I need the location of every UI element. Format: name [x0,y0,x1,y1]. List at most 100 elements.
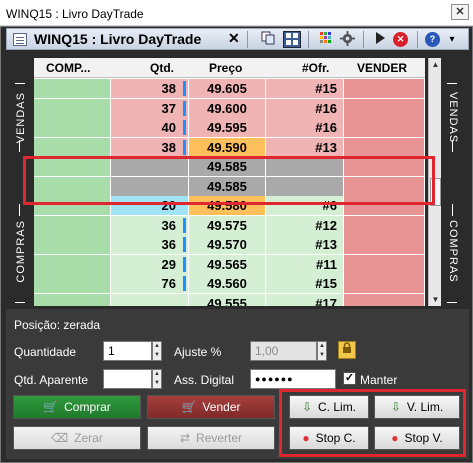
chevron-down-icon[interactable]: ▾ [443,31,461,48]
reverter-button[interactable]: ⇄ Reverter [147,426,275,450]
qtd-cell[interactable]: 36 [111,215,189,235]
vender-cell[interactable] [344,235,425,254]
cart-icon: 🛒 [43,400,59,414]
copy-icon[interactable] [259,31,277,48]
vender-cell[interactable] [344,293,425,306]
manter-checkbox[interactable]: ✓ [343,372,356,385]
zerar-button[interactable]: ⌫ Zerar [13,426,141,450]
stop-icon[interactable]: ✕ [393,32,408,47]
vender-cell[interactable] [344,215,425,235]
bracket-line [19,204,20,216]
price-cell[interactable]: 49.600 [189,98,266,118]
price-cell[interactable]: 49.575 [189,215,266,235]
quantity-marker [183,237,186,252]
book-row[interactable]: 37 49.600 #16 [34,98,425,118]
scroll-up-icon[interactable]: ▲ [429,58,442,71]
header-ofr[interactable]: #Ofr. [302,61,329,75]
comprar-cell[interactable] [34,118,111,137]
comprar-cell[interactable] [34,98,111,118]
price-cell[interactable]: 49.595 [189,118,266,137]
offers-cell[interactable]: #11 [266,254,344,274]
tab-title[interactable]: WINQ15 : Livro DayTrade [34,31,201,47]
quantidade-input[interactable]: 1 [103,341,152,361]
window-title: WINQ15 : Livro DayTrade [6,7,144,21]
toolbar-separator [417,31,418,48]
qtd-cell[interactable]: 37 [111,98,189,118]
lock-icon[interactable] [338,341,356,359]
ajuste-input[interactable]: 1,00 [250,341,317,361]
comprar-cell[interactable] [34,254,111,274]
tab-close-button[interactable]: ✕ [228,30,240,47]
price-cell[interactable]: 49.560 [189,274,266,293]
vender-cell[interactable] [344,254,425,274]
quantity-marker [183,81,186,96]
offers-cell[interactable]: #12 [266,215,344,235]
ajuste-label: Ajuste % [174,345,222,359]
gear-icon[interactable] [338,31,356,48]
eraser-icon: ⌫ [51,431,69,445]
bracket-line [452,140,453,152]
comprar-button[interactable]: 🛒 Comprar [13,395,141,419]
comprar-cell[interactable] [34,215,111,235]
qtd-cell[interactable]: 38 [111,79,189,98]
header-preco[interactable]: Preço [209,61,242,75]
book-row[interactable]: 36 49.575 #12 [34,215,425,235]
book-row[interactable]: 40 49.595 #16 [34,118,425,137]
qtd-aparente-input[interactable] [103,369,152,389]
offers-cell[interactable]: #13 [266,137,344,157]
scroll-down-icon[interactable]: ▼ [429,293,442,306]
qtd-cell[interactable]: 36 [111,235,189,254]
book-row[interactable]: 38 49.590 #13 [34,137,425,157]
qtd-cell[interactable]: 38 [111,137,189,157]
vender-cell[interactable] [344,274,425,293]
vender-cell[interactable] [344,98,425,118]
comprar-cell[interactable] [34,235,111,254]
play-icon[interactable] [371,31,389,48]
zerar-label: Zerar [74,431,103,445]
price-cell[interactable]: 49.570 [189,235,266,254]
comprar-cell[interactable] [34,79,111,98]
offers-cell[interactable]: #16 [266,98,344,118]
side-label-compras-left: COMPRAS [15,220,27,283]
qtd-cell[interactable]: 29 [111,254,189,274]
qtd-cell[interactable]: 40 [111,118,189,137]
qtd-cell[interactable]: 76 [111,274,189,293]
offers-cell[interactable]: #13 [266,235,344,254]
ajuste-stepper[interactable]: ▲ ▼ [317,341,327,361]
comprar-cell[interactable] [34,293,111,306]
book-row[interactable]: 29 49.565 #11 [34,254,425,274]
grid-layout-icon[interactable] [283,31,301,48]
vender-cell[interactable] [344,137,425,157]
orders-highlight [279,389,466,457]
qtd-aparente-stepper[interactable]: ▲ ▼ [152,369,162,389]
qtd-cell[interactable] [111,293,189,306]
window-close-button[interactable]: ✕ [451,4,469,20]
header-qtd[interactable]: Qtd. [150,61,174,75]
book-row[interactable]: 36 49.570 #13 [34,235,425,254]
price-cell[interactable]: 49.565 [189,254,266,274]
offers-cell[interactable]: #15 [266,274,344,293]
position-status: Posição: zerada [14,318,101,332]
bracket-line [19,140,20,152]
price-cell[interactable]: 49.605 [189,79,266,98]
book-row[interactable]: 49.555 #17 [34,293,425,306]
comprar-cell[interactable] [34,137,111,157]
header-comp[interactable]: COMP... [46,61,90,75]
header-vender[interactable]: VENDER [357,61,407,75]
offers-cell[interactable]: #15 [266,79,344,98]
offers-cell[interactable]: #17 [266,293,344,306]
quantidade-stepper[interactable]: ▲ ▼ [152,341,162,361]
comprar-cell[interactable] [34,274,111,293]
help-icon[interactable]: ? [425,32,440,47]
colors-icon[interactable] [317,31,335,48]
offers-cell[interactable]: #16 [266,118,344,137]
vender-cell[interactable] [344,118,425,137]
vender-cell[interactable] [344,79,425,98]
vender-button[interactable]: 🛒 Vender [147,395,275,419]
book-row[interactable]: 38 49.605 #15 [34,79,425,98]
ass-digital-input[interactable]: ●●●●●● [250,369,336,389]
book-row[interactable]: 76 49.560 #15 [34,274,425,293]
qtd-aparente-label: Qtd. Aparente [14,373,89,387]
price-cell[interactable]: 49.555 [189,293,266,306]
price-cell[interactable]: 49.590 [189,137,266,157]
